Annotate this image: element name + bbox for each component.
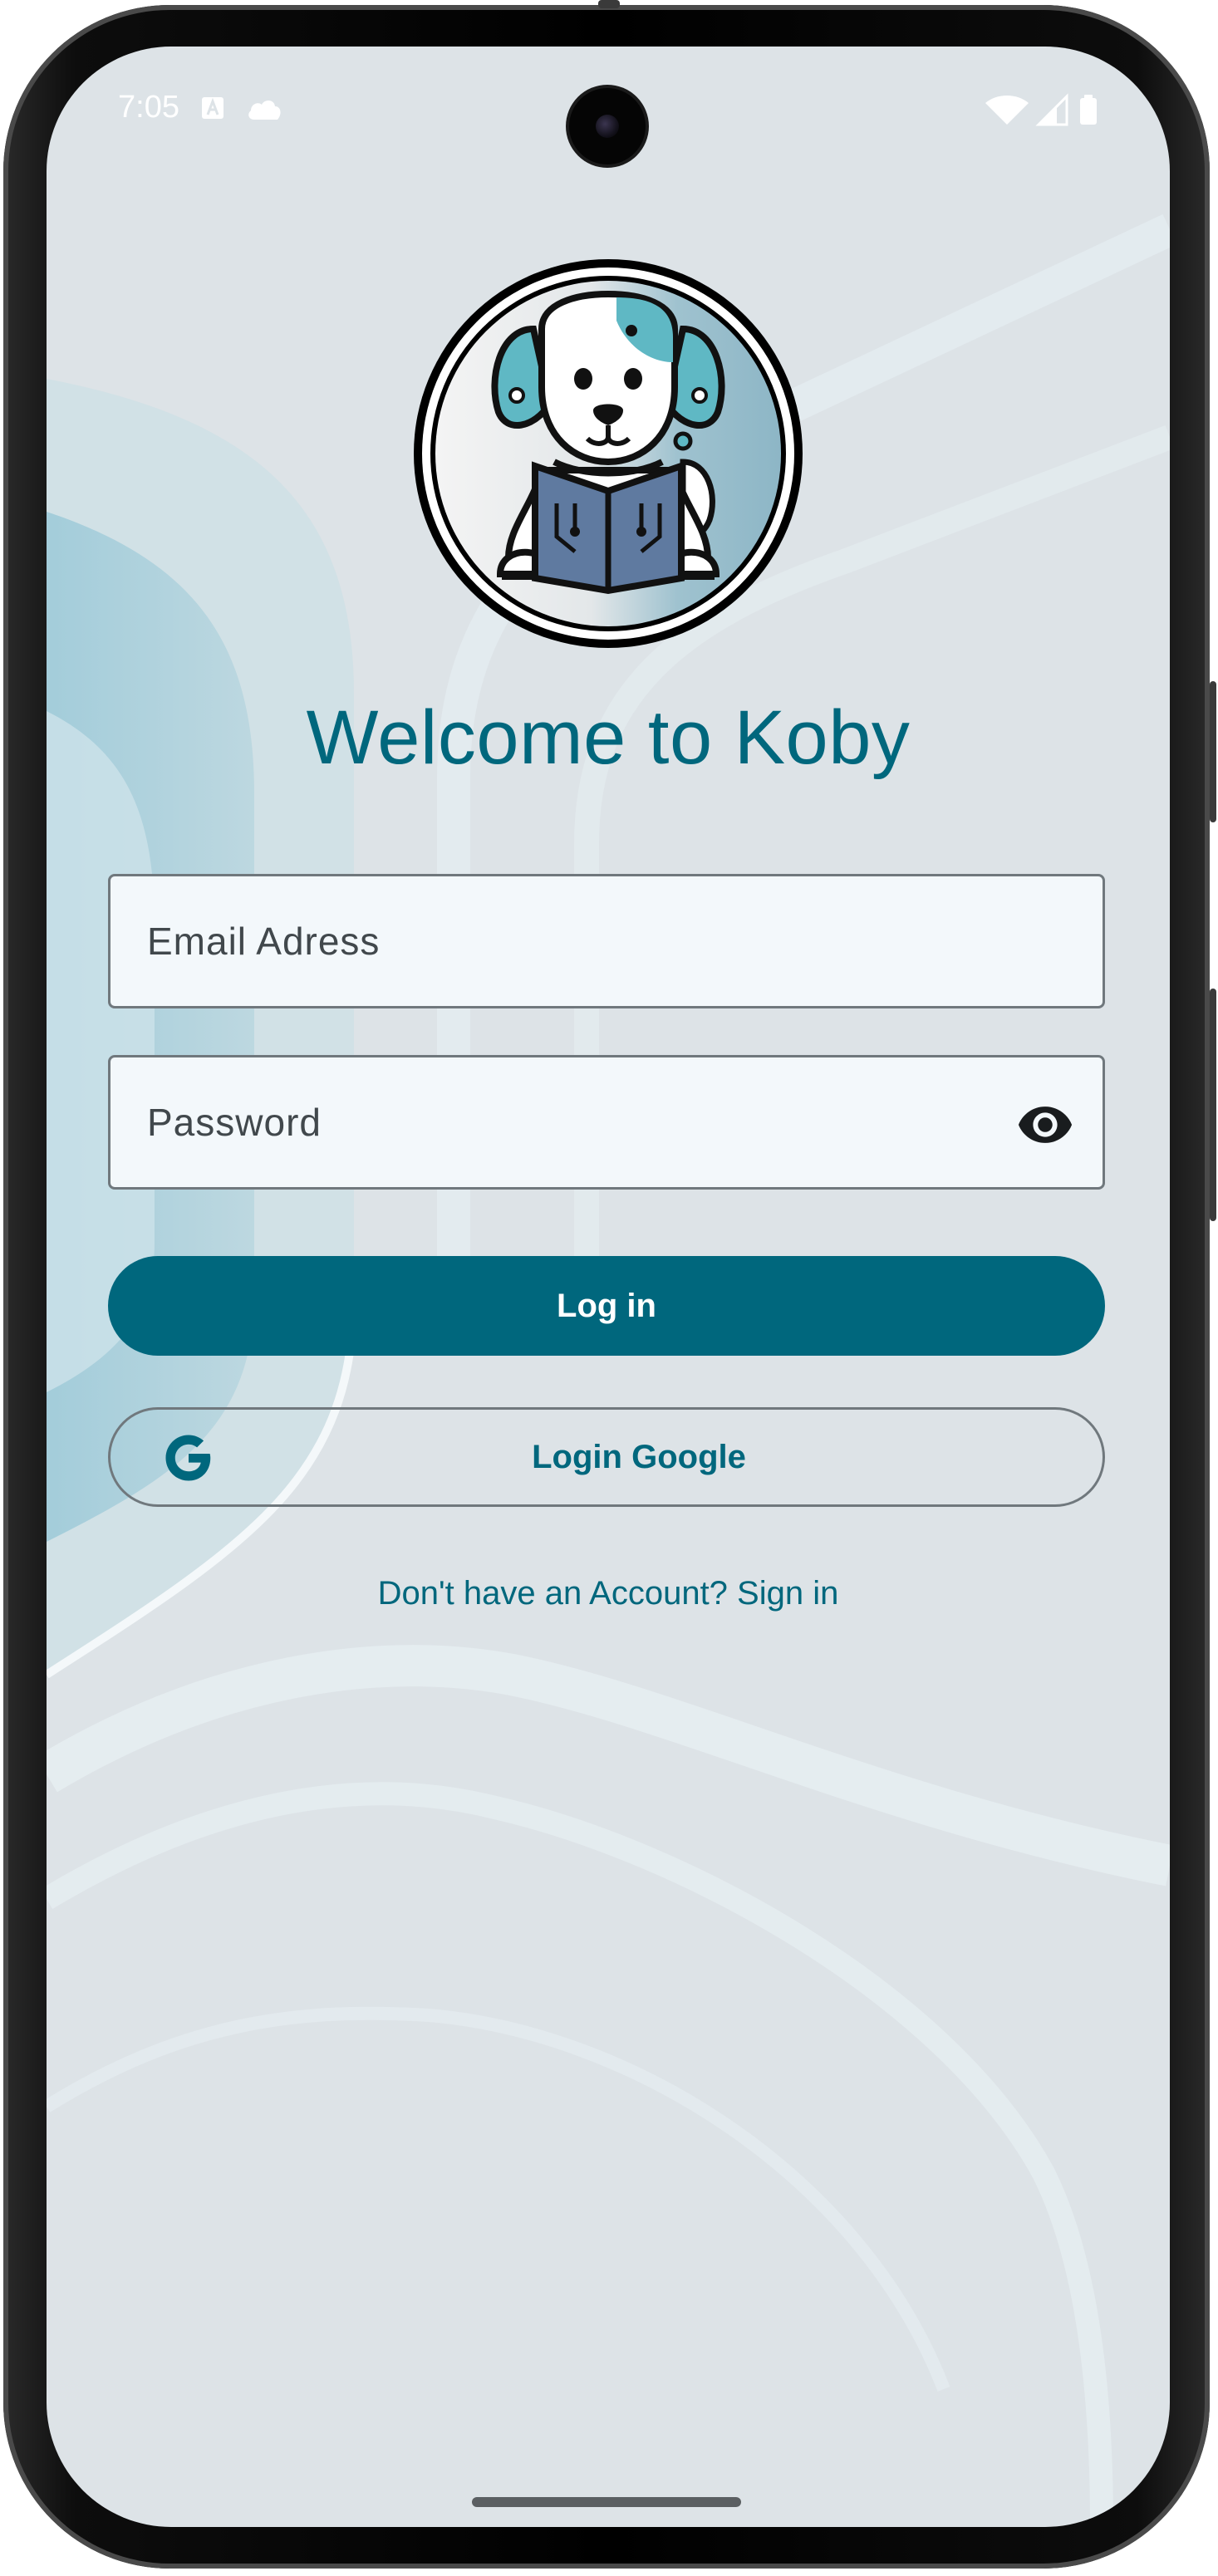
password-input[interactable] (147, 1057, 978, 1187)
page-title: Welcome to Koby (306, 695, 911, 780)
signup-link[interactable]: Don't have an Account? Sign in (47, 1575, 1170, 1612)
cloud-icon (248, 100, 281, 120)
status-time: 7:05 (118, 90, 179, 125)
password-field[interactable] (108, 1055, 1105, 1190)
login-button[interactable]: Log in (108, 1256, 1105, 1356)
volume-button (1210, 681, 1216, 822)
google-login-button[interactable]: Login Google (108, 1407, 1105, 1507)
phone-device: 7:05 Welcome to Koby Email Adress Log in… (0, 0, 1218, 2576)
dog-reading-book-logo (414, 259, 803, 648)
wifi-icon (985, 96, 1029, 125)
a-icon (202, 97, 223, 119)
signal-icon (1035, 93, 1068, 126)
top-antenna (598, 0, 620, 8)
battery-icon (1080, 95, 1097, 125)
home-indicator[interactable] (472, 2497, 741, 2507)
email-field[interactable] (108, 874, 1105, 1008)
eye-icon[interactable] (1016, 1096, 1074, 1154)
status-icons (985, 93, 1097, 126)
front-camera (569, 88, 646, 164)
power-button (1210, 989, 1216, 1221)
google-login-label: Login Google (532, 1438, 746, 1475)
email-input[interactable] (147, 876, 978, 1006)
app-screen: 7:05 Welcome to Koby Email Adress Log in… (47, 47, 1170, 2527)
